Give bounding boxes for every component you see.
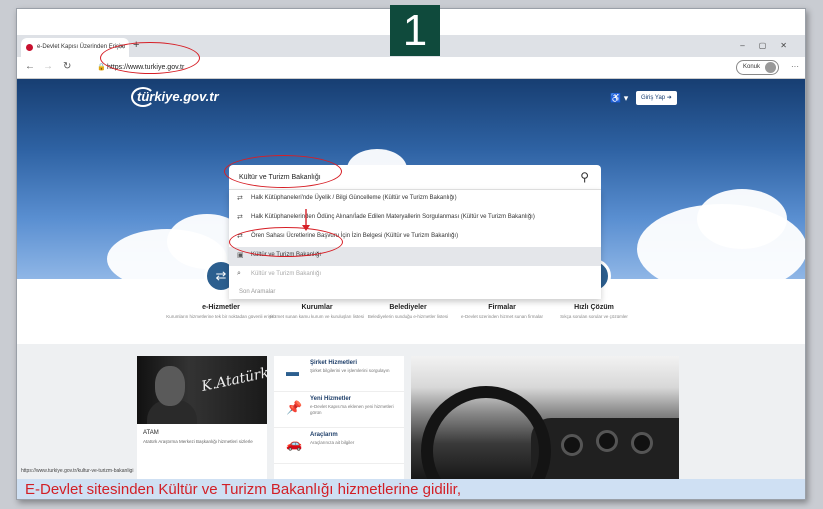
suggestion-label: Ören Sahası Ücretlerine Başvuru İçin İzi… (251, 233, 459, 239)
search-suggestions: ⇄ Halk Kütüphaneleri'nde Üyelik / Bilgi … (229, 189, 601, 299)
cloud-decoration (697, 189, 787, 249)
portrait-head (155, 366, 185, 406)
suggestion-label: Halk Kütüphanelerinden Ödünç Alınan/İade… (251, 214, 535, 220)
close-tab-icon[interactable]: ✕ (119, 43, 125, 51)
site-logo[interactable]: türkiye.gov.tr (131, 87, 219, 107)
driving-photo[interactable] (411, 356, 679, 481)
suggestion-item[interactable]: ⇄ Halk Kütüphaneleri'nde Üyelik / Bilgi … (229, 190, 601, 209)
suggestion-label: Kültür ve Turizm Bakanlığı (251, 252, 322, 258)
back-icon[interactable]: ← (25, 61, 35, 72)
accessibility-icon[interactable]: ♿ ▾ (610, 93, 628, 104)
lock-icon: 🔒 (97, 64, 106, 71)
suggestion-item-selected[interactable]: ▣ Kültür ve Turizm Bakanlığı (229, 247, 601, 266)
profile-button[interactable]: Konuk (735, 60, 779, 75)
profile-label: Konuk (742, 64, 760, 70)
service-link-icon: ⇄ (237, 214, 243, 221)
browser-tab[interactable]: e-Devlet Kapısı Üzerinden Erişim ✕ (21, 38, 129, 57)
window-controls[interactable]: –▢✕ (740, 41, 801, 50)
category-e-services[interactable]: e-Hizmetler Kurumların hizmetlerine tek … (166, 304, 276, 320)
content-area: K.Atatürk ATAM Atatürk Araştırma Merkezi… (17, 344, 805, 499)
service-title: Yeni Hizmetler (310, 396, 352, 402)
service-link-icon: ⇄ (237, 195, 243, 202)
pin-icon: 📌 (286, 400, 303, 415)
browser-window: e-Devlet Kapısı Üzerinden Erişim ✕ + –▢✕… (16, 8, 806, 500)
refresh-icon[interactable]: ↻ (63, 61, 71, 72)
category-title: e-Hizmetler (202, 304, 240, 311)
recent-searches-label: Son Aramalar (239, 289, 276, 295)
featured-desc: Atatürk Araştırma Merkezi Başkanlığı hiz… (143, 439, 253, 444)
search-input[interactable]: Kültür ve Turizm Bakanlığı ⚲ (229, 165, 601, 189)
service-desc: Şirket bilgilerini ve işlemlerini sorgul… (310, 368, 390, 373)
suggestion-item[interactable]: ⇄ Ören Sahası Ücretlerine Başvuru İçin İ… (229, 228, 601, 247)
status-bar-url: https://www.turkiye.gov.tr/kultur-ve-tur… (17, 467, 138, 475)
favicon-icon (26, 44, 33, 51)
annotation-arrow (302, 209, 310, 231)
service-title: Şirket Hizmetleri (310, 360, 358, 366)
search-icon: ⌕ (237, 270, 241, 277)
signature-image: K.Atatürk (200, 365, 267, 395)
suggestion-item[interactable]: ⇄ Halk Kütüphanelerinden Ödünç Alınan/İa… (229, 209, 601, 228)
briefcase-icon: ▬ (286, 364, 299, 379)
category-desc: Kurumların hizmetlerine tek bir noktadan… (166, 314, 276, 319)
service-title: Araçlarım (310, 432, 338, 438)
login-button[interactable]: Giriş Yap ➜ (636, 91, 677, 105)
menu-dots-icon[interactable]: ··· (791, 62, 799, 71)
gauge-shape (561, 434, 583, 456)
steering-wheel-shape (421, 386, 551, 481)
avatar (765, 62, 776, 73)
car-icon: 🚗 (286, 436, 303, 451)
category-title: Hızlı Çözüm (574, 304, 614, 311)
suggestion-label: Halk Kütüphaneleri'nde Üyelik / Bilgi Gü… (251, 195, 457, 201)
institution-icon: ▣ (237, 252, 244, 259)
service-new[interactable]: 📌 Yeni Hizmetler e-Devlet Kapısı'na ekle… (274, 392, 404, 428)
service-desc: e-Devlet Kapısı'na eklenen yeni hizmetle… (310, 404, 394, 415)
login-label: Giriş Yap (641, 95, 666, 101)
new-tab-icon[interactable]: + (133, 39, 139, 51)
service-vehicles[interactable]: 🚗 Araçlarım Araçlarınıza ait bilgiler (274, 428, 404, 464)
category-quick-solution[interactable]: Hızlı Çözüm Sıkça sorulan sorular ve çöz… (539, 304, 649, 320)
address-bar: ← → ↻ 🔒 https://www.turkiye.gov.tr Konuk… (17, 57, 805, 79)
step-number-badge: 1 (390, 5, 440, 56)
services-card: ▬ Şirket Hizmetleri Şirket bilgilerini v… (274, 356, 404, 481)
search-query: Kültür ve Turizm Bakanlığı (239, 174, 321, 181)
service-link-icon: ⇄ (237, 233, 243, 240)
featured-title: ATAM (143, 430, 159, 436)
suggestion-label: Kültür ve Turizm Bakanlığı (251, 271, 322, 277)
category-desc: Sıkça sorulan sorular ve çözümler (560, 314, 628, 319)
url-text: https://www.turkiye.gov.tr (107, 64, 185, 71)
search-icon[interactable]: ⚲ (580, 170, 589, 184)
url-field[interactable]: 🔒 https://www.turkiye.gov.tr (97, 61, 757, 75)
tab-title: e-Devlet Kapısı Üzerinden Erişim (37, 44, 126, 50)
suggestion-item[interactable]: ⌕ Kültür ve Turizm Bakanlığı (229, 266, 601, 285)
gauge-shape (631, 432, 653, 454)
gauge-shape (596, 430, 618, 452)
service-desc: Araçlarınıza ait bilgiler (310, 440, 355, 445)
service-company[interactable]: ▬ Şirket Hizmetleri Şirket bilgilerini v… (274, 356, 404, 392)
featured-photo: K.Atatürk (137, 356, 267, 424)
featured-card[interactable]: K.Atatürk ATAM Atatürk Araştırma Merkezi… (137, 356, 267, 481)
logo-swirl-icon (131, 87, 155, 107)
tutorial-caption: E-Devlet sitesinden Kültür ve Turizm Bak… (17, 479, 805, 499)
forward-icon[interactable]: → (43, 61, 53, 72)
